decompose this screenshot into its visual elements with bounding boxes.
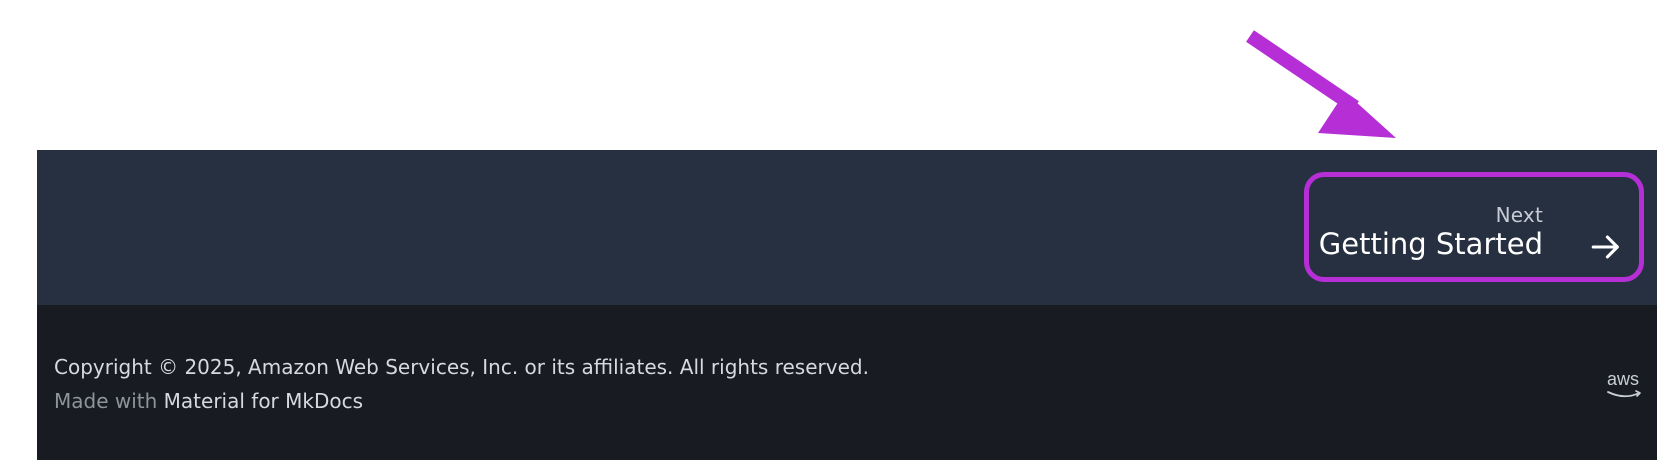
arrow-right-icon [1591, 235, 1619, 259]
copyright-text: Copyright © 2025, Amazon Web Services, I… [54, 355, 869, 379]
aws-logo-icon[interactable]: aws [1605, 369, 1645, 401]
next-page-link[interactable]: Next Getting Started [1304, 172, 1644, 282]
next-caption: Next [1495, 203, 1543, 227]
footer-meta: Copyright © 2025, Amazon Web Services, I… [37, 305, 1657, 460]
made-with-prefix: Made with [54, 389, 158, 413]
next-page-title: Getting Started [1318, 227, 1543, 261]
footer-navigation: Next Getting Started [37, 150, 1657, 305]
page: Next Getting Started Copyright © 2025, A… [0, 0, 1666, 472]
aws-smile-icon [1607, 390, 1641, 398]
made-with-text: Made with Material for MkDocs [54, 389, 363, 413]
material-for-mkdocs-link[interactable]: Material for MkDocs [164, 389, 363, 413]
annotation-arrow-icon [1246, 30, 1396, 138]
aws-logo-text: aws [1607, 369, 1640, 389]
